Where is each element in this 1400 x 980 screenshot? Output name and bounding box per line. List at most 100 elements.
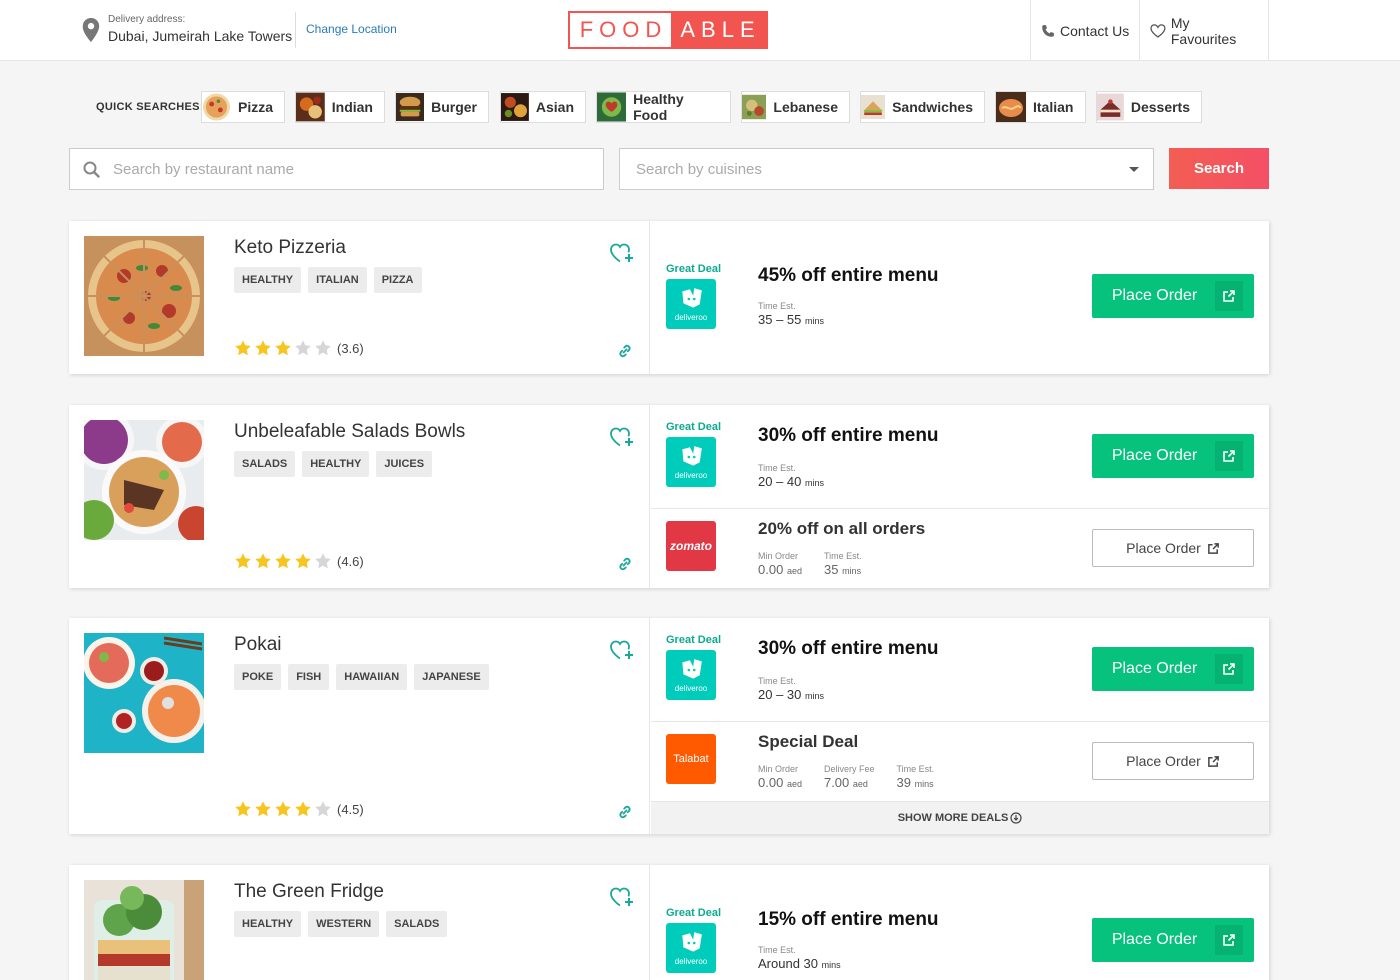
show-more-deals-button[interactable]: SHOW MORE DEALS <box>651 801 1269 834</box>
deliveroo-logo: deliveroo <box>666 923 716 973</box>
delivery-fee-amount: 7.00 <box>823 775 850 790</box>
food-thumbnail <box>742 94 767 120</box>
deal-title: 45% off entire menu <box>758 265 939 286</box>
place-order-button[interactable]: Place Order <box>1092 647 1254 691</box>
star-icon <box>274 552 292 570</box>
add-favourite-icon[interactable] <box>609 425 635 449</box>
time-estimate: Time Est. 20 – 40 mins <box>758 463 824 491</box>
quick-search-chip-healthy-food[interactable]: Healthy Food <box>596 91 731 123</box>
delivery-address[interactable]: Delivery address: Dubai, Jumeirah Lake T… <box>82 14 292 45</box>
restaurant-card: Pokai POKE FISH HAWAIIAN JAPANESE (4.5) Great … <box>69 618 1269 834</box>
place-order-button[interactable]: Place Order <box>1092 529 1254 567</box>
quick-search-chip-burger[interactable]: Burger <box>395 91 489 123</box>
restaurant-card: Unbeleafable Salads Bowls SALADS HEALTHY JU… <box>69 405 1269 588</box>
link-icon[interactable] <box>617 343 633 359</box>
time-estimate-label: Time Est. <box>823 551 862 561</box>
deal-meta: Time Est. 20 – 30 mins <box>758 676 846 704</box>
deliveroo-logo-icon <box>678 444 704 470</box>
food-thumbnail <box>597 92 627 122</box>
quick-search-chip-asian[interactable]: Asian <box>500 91 586 123</box>
link-icon[interactable] <box>617 556 633 572</box>
place-order-label: Place Order <box>1126 753 1201 769</box>
food-thumbnail <box>202 93 231 121</box>
external-link-icon <box>1215 925 1243 955</box>
add-favourite-icon[interactable] <box>609 885 635 909</box>
min-order-value: 0.00 aed <box>758 562 802 579</box>
show-more-deals-label: SHOW MORE DEALS <box>897 812 1009 824</box>
contact-us-button[interactable]: Contact Us <box>1030 0 1140 61</box>
rating: (4.6) <box>234 552 364 570</box>
food-thumbnail <box>1097 93 1124 121</box>
deal-meta: Time Est. 20 – 40 mins <box>758 463 846 491</box>
quick-search-chip-pizza[interactable]: Pizza <box>201 91 285 123</box>
external-link-icon <box>1215 281 1243 311</box>
deal-row: Great Deal deliveroo 45% off entire menu Ti… <box>651 221 1269 374</box>
restaurant-name[interactable]: Pokai <box>234 634 282 656</box>
place-order-button[interactable]: Place Order <box>1092 274 1254 318</box>
star-icon <box>294 339 312 357</box>
chevron-down-icon <box>1129 167 1139 172</box>
talabat-wordmark: Talabat <box>673 753 709 765</box>
star-icon <box>254 339 272 357</box>
place-order-button[interactable]: Place Order <box>1092 918 1254 962</box>
change-location-link[interactable]: Change Location <box>306 22 397 36</box>
restaurant-image[interactable] <box>84 633 204 753</box>
restaurant-name[interactable]: The Green Fridge <box>234 881 384 903</box>
location-pin-icon <box>82 18 100 42</box>
time-estimate-value: 35 mins <box>824 562 862 579</box>
add-favourite-icon[interactable] <box>609 638 635 662</box>
time-estimate-value: 39 mins <box>896 775 934 792</box>
great-deal-label: Great Deal <box>666 907 722 919</box>
deliveroo-logo-icon <box>678 930 704 956</box>
zomato-wordmark: zomato <box>670 539 712 553</box>
add-favourite-icon[interactable] <box>609 241 635 265</box>
place-order-button[interactable]: Place Order <box>1092 434 1254 478</box>
cuisine-tag: FISH <box>288 664 330 690</box>
restaurant-image[interactable] <box>84 236 204 356</box>
time-estimate-label: Time Est. <box>896 764 935 774</box>
time-estimate-label: Time Est. <box>758 301 796 311</box>
quick-search-chip-desserts[interactable]: Desserts <box>1096 91 1202 123</box>
restaurant-name[interactable]: Keto Pizzeria <box>234 237 346 259</box>
link-icon[interactable] <box>617 804 633 820</box>
time-estimate-label: Time Est. <box>758 463 796 473</box>
time-estimate-label: Time Est. <box>758 945 796 955</box>
quick-search-chip-italian[interactable]: Italian <box>995 91 1086 123</box>
time-estimate: Time Est. 20 – 30 mins <box>758 676 824 704</box>
quick-search-chip-indian[interactable]: Indian <box>295 91 385 123</box>
cuisine-select[interactable] <box>619 148 1154 190</box>
external-link-icon <box>1207 755 1220 768</box>
deliveroo-logo-icon <box>678 286 704 312</box>
search-icon <box>83 161 100 178</box>
currency: aed <box>786 779 802 789</box>
place-order-button[interactable]: Place Order <box>1092 742 1254 780</box>
search-button[interactable]: Search <box>1169 148 1269 189</box>
food-thumbnail <box>501 93 529 121</box>
cuisine-search-input[interactable] <box>636 160 1076 178</box>
quick-search-chip-lebanese[interactable]: Lebanese <box>741 91 850 123</box>
delivery-fee-value: 7.00 aed <box>824 775 875 792</box>
cuisine-tag: HAWAIIAN <box>336 664 408 690</box>
star-icon <box>314 339 332 357</box>
min-order: Min Order 0.00 aed <box>758 551 802 579</box>
foodable-logo[interactable]: FOOD ABLE <box>568 11 768 49</box>
min-order-value: 0.00 aed <box>758 775 802 792</box>
restaurant-info: Pokai POKE FISH HAWAIIAN JAPANESE (4.5) <box>69 618 650 834</box>
deal-meta: Time Est. Around 30 mins <box>758 945 863 973</box>
restaurant-search-input[interactable] <box>113 160 553 178</box>
time-estimate: Time Est. 35 – 55 mins <box>758 301 824 329</box>
deal-row: Great Deal deliveroo 15% off entire menu Ti… <box>651 865 1269 980</box>
delivery-fee: Delivery Fee 7.00 aed <box>824 764 875 792</box>
restaurant-name[interactable]: Unbeleafable Salads Bowls <box>234 421 465 443</box>
food-thumbnail <box>861 94 886 120</box>
restaurant-image[interactable] <box>84 420 204 540</box>
quick-search-chip-sandwiches[interactable]: Sandwiches <box>860 91 985 123</box>
my-favourites-button[interactable]: My Favourites <box>1139 0 1269 61</box>
restaurant-card: Keto Pizzeria HEALTHY ITALIAN PIZZA (3.6) Gre… <box>69 221 1269 374</box>
external-link-icon <box>1215 654 1243 684</box>
quick-search-label: Sandwiches <box>892 99 973 115</box>
restaurant-image[interactable] <box>84 880 204 980</box>
food-thumbnail <box>996 92 1026 122</box>
time-value: 35 – 55 <box>758 312 802 327</box>
place-order-label: Place Order <box>1111 287 1198 304</box>
